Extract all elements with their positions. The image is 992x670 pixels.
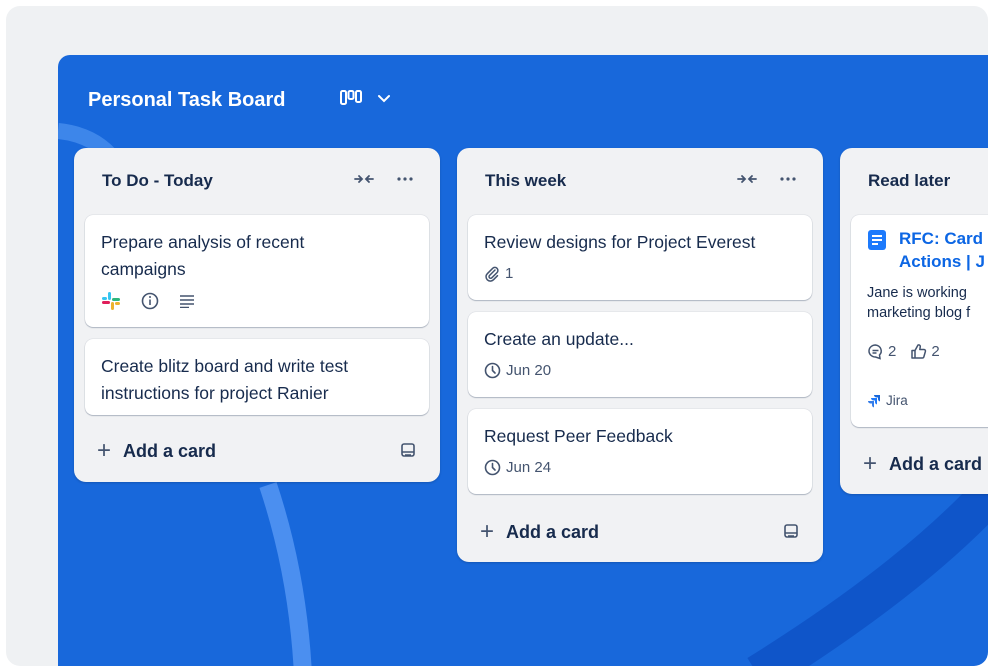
add-card-label: Add a card bbox=[123, 440, 217, 461]
list-title[interactable]: To Do - Today bbox=[102, 171, 213, 191]
thumbs-up-icon bbox=[910, 343, 927, 360]
add-card-button[interactable]: + Add a card bbox=[97, 439, 216, 463]
card-title: Prepare analysis of recent campaigns bbox=[101, 229, 304, 283]
attachment-badge: 1 bbox=[484, 265, 513, 282]
add-card-button[interactable]: + Add a card bbox=[863, 452, 982, 476]
collapse-list-icon[interactable] bbox=[354, 173, 374, 185]
card[interactable]: RFC: Card Actions | J Jane is working ma… bbox=[851, 215, 988, 427]
card[interactable]: Create blitz board and write test instru… bbox=[85, 339, 429, 415]
likes-badge: 2 bbox=[910, 343, 940, 360]
card-title: Create an update... bbox=[484, 329, 634, 349]
likes-count: 2 bbox=[931, 343, 940, 360]
comments-badge: 2 bbox=[867, 343, 896, 360]
source-badge: Jira bbox=[867, 393, 908, 408]
board-view-switcher[interactable] bbox=[340, 89, 392, 107]
card-title: Create blitz board and write test instru… bbox=[101, 353, 348, 407]
plus-icon: + bbox=[480, 518, 495, 545]
collapse-list-icon[interactable] bbox=[737, 173, 757, 185]
card-title: Request Peer Feedback bbox=[484, 426, 673, 446]
list-title[interactable]: This week bbox=[485, 171, 566, 191]
card-badges: 2 2 bbox=[867, 343, 940, 360]
list-to-do-today: To Do - Today Prepare analysis of recent… bbox=[74, 148, 440, 482]
card-description: Jane is working marketing blog f bbox=[867, 283, 970, 323]
due-date-badge: Jun 24 bbox=[484, 459, 551, 476]
card[interactable]: Create an update... Jun 20 bbox=[468, 312, 812, 397]
list-title[interactable]: Read later bbox=[868, 171, 950, 191]
add-card-label: Add a card bbox=[889, 453, 983, 474]
chevron-down-icon[interactable] bbox=[376, 90, 392, 106]
jira-icon bbox=[867, 394, 881, 408]
card-title-line: Prepare analysis of recent bbox=[101, 232, 305, 252]
more-options-icon[interactable] bbox=[396, 176, 414, 182]
paperclip-icon bbox=[484, 266, 500, 282]
list-actions bbox=[354, 173, 414, 185]
card-title-line: RFC: Card bbox=[899, 229, 984, 248]
due-date: Jun 24 bbox=[506, 459, 552, 476]
list-read-later: Read later RFC: Card Actions | J Jane is… bbox=[840, 148, 988, 494]
board-view-icon[interactable] bbox=[340, 89, 362, 107]
comments-count: 2 bbox=[888, 343, 897, 360]
card[interactable]: Request Peer Feedback Jun 24 bbox=[468, 409, 812, 494]
source-label: Jira bbox=[886, 393, 908, 408]
slack-icon bbox=[101, 291, 121, 311]
card-title: Review designs for Project Everest bbox=[484, 232, 756, 252]
card-description-line: Jane is working bbox=[867, 285, 967, 301]
card-title-line: Create blitz board and write test bbox=[101, 356, 349, 376]
card-title-line: Actions | J bbox=[899, 252, 985, 271]
card-badges bbox=[101, 291, 195, 311]
comment-icon bbox=[867, 343, 884, 360]
due-date: Jun 20 bbox=[506, 362, 552, 379]
description-icon bbox=[179, 294, 195, 308]
attachment-count: 1 bbox=[505, 265, 514, 282]
add-card-button[interactable]: + Add a card bbox=[480, 520, 599, 544]
list-this-week: This week Review designs for Project Eve… bbox=[457, 148, 823, 562]
card-description-line: marketing blog f bbox=[867, 305, 971, 321]
plus-icon: + bbox=[863, 450, 878, 477]
board-title[interactable]: Personal Task Board bbox=[88, 89, 285, 112]
add-card-label: Add a card bbox=[506, 521, 600, 542]
card-title: RFC: Card Actions | J bbox=[899, 227, 985, 273]
document-icon bbox=[867, 229, 887, 251]
card-title-line: campaigns bbox=[101, 259, 186, 279]
card-title-line: instructions for project Ranier bbox=[101, 383, 329, 403]
clock-icon bbox=[484, 362, 501, 379]
more-options-icon[interactable] bbox=[779, 176, 797, 182]
window-frame: Personal Task Board To Do - Today Prepar… bbox=[6, 6, 988, 666]
due-date-badge: Jun 20 bbox=[484, 362, 551, 379]
info-icon bbox=[141, 292, 159, 310]
card-template-icon[interactable] bbox=[783, 523, 799, 539]
plus-icon: + bbox=[97, 437, 112, 464]
card[interactable]: Review designs for Project Everest 1 bbox=[468, 215, 812, 300]
list-actions bbox=[737, 173, 797, 185]
card-template-icon[interactable] bbox=[400, 442, 416, 458]
card[interactable]: Prepare analysis of recent campaigns bbox=[85, 215, 429, 327]
clock-icon bbox=[484, 459, 501, 476]
